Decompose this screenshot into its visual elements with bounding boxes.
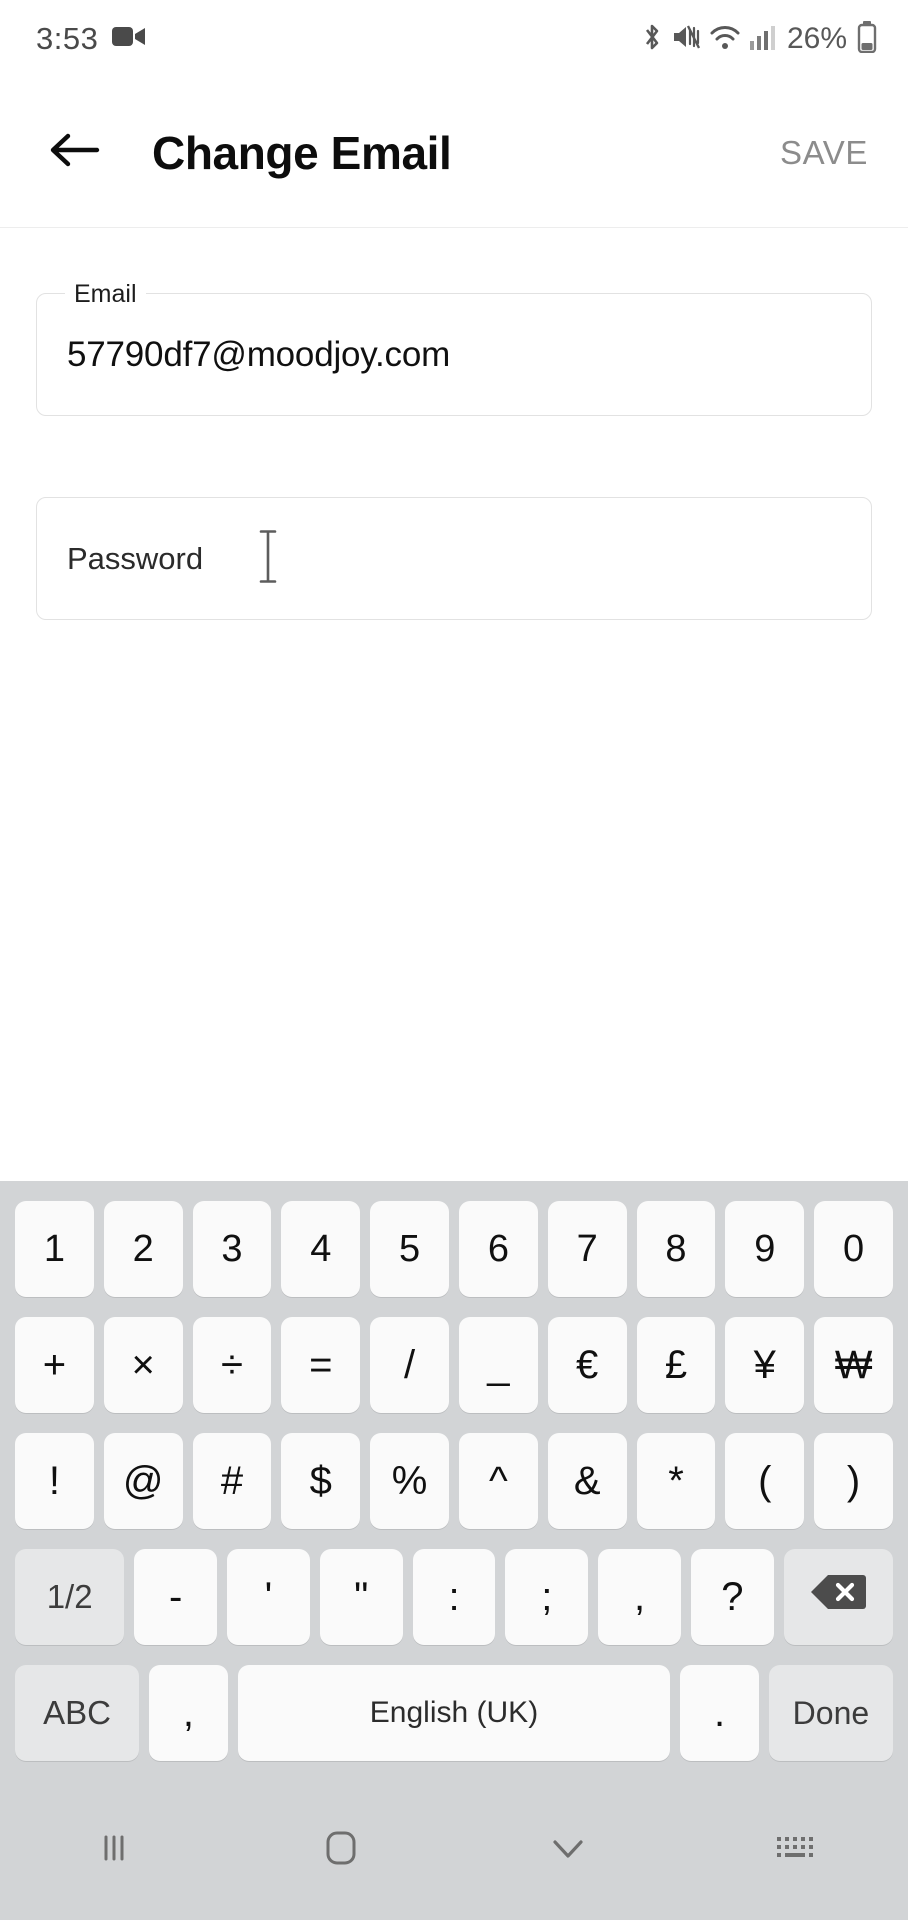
key-equals[interactable]: =	[281, 1317, 361, 1413]
key-semicolon[interactable]: ;	[505, 1549, 589, 1645]
keyboard-row-symbols: ! @ # $ % ^ & * ( )	[10, 1427, 898, 1535]
key-won[interactable]: ₩	[814, 1317, 893, 1413]
key-plus[interactable]: +	[15, 1317, 94, 1413]
status-time: 3:53	[36, 21, 99, 56]
key-9[interactable]: 9	[725, 1201, 805, 1297]
key-yen[interactable]: ¥	[725, 1317, 805, 1413]
key-space[interactable]: English (UK)	[237, 1665, 671, 1761]
status-bar-right: 26%	[641, 20, 878, 58]
chevron-down-icon	[546, 1831, 590, 1870]
wifi-icon	[709, 22, 741, 57]
key-hyphen[interactable]: -	[134, 1549, 218, 1645]
home-button[interactable]	[227, 1781, 454, 1920]
keyboard-row-bottom: ABC , English (UK) . Done	[10, 1659, 898, 1767]
system-navigation-bar	[0, 1781, 908, 1920]
key-asterisk[interactable]: *	[636, 1433, 716, 1529]
key-done[interactable]: Done	[768, 1665, 893, 1761]
key-ampersand[interactable]: &	[547, 1433, 627, 1529]
key-0[interactable]: 0	[814, 1201, 893, 1297]
key-6[interactable]: 6	[458, 1201, 538, 1297]
phone-screen: 3:53 26% Change Email SAVE Email 57790df…	[0, 0, 908, 1920]
keyboard-row-punctuation: 1/2 - ' " : ; , ?	[10, 1543, 898, 1651]
status-bar-left: 3:53	[36, 21, 146, 57]
key-5[interactable]: 5	[370, 1201, 449, 1297]
key-question[interactable]: ?	[690, 1549, 774, 1645]
key-apostrophe[interactable]: '	[227, 1549, 310, 1645]
key-2[interactable]: 2	[103, 1201, 183, 1297]
home-icon	[319, 1826, 363, 1875]
page-title: Change Email	[152, 126, 452, 179]
key-divide[interactable]: ÷	[192, 1317, 272, 1413]
on-screen-keyboard: 1 2 3 4 5 6 7 8 9 0 + × ÷ = / _ € £ ¥ ₩ …	[0, 1181, 908, 1781]
email-field-label: Email	[65, 280, 146, 308]
key-euro[interactable]: €	[547, 1317, 627, 1413]
key-paren-close[interactable]: )	[814, 1433, 893, 1529]
mute-icon	[672, 22, 701, 57]
bluetooth-icon	[641, 22, 663, 57]
keyboard-icon	[774, 1832, 816, 1869]
keyboard-row-math: + × ÷ = / _ € £ ¥ ₩	[10, 1311, 898, 1419]
password-field[interactable]: Password	[36, 497, 872, 620]
battery-percent-label: 26%	[786, 22, 847, 55]
key-at[interactable]: @	[103, 1433, 183, 1529]
save-button[interactable]: SAVE	[776, 124, 872, 182]
password-field-placeholder: Password	[67, 540, 204, 576]
key-slash[interactable]: /	[370, 1317, 449, 1413]
key-abc-layout[interactable]: ABC	[15, 1665, 140, 1761]
key-4[interactable]: 4	[281, 1201, 361, 1297]
key-dollar[interactable]: $	[281, 1433, 361, 1529]
dismiss-keyboard-button[interactable]	[454, 1781, 681, 1920]
arrow-left-icon	[49, 130, 101, 175]
key-paren-open[interactable]: (	[725, 1433, 805, 1529]
app-bar: Change Email SAVE	[0, 78, 908, 228]
keyboard-switch-button[interactable]	[681, 1781, 908, 1920]
back-button[interactable]	[40, 118, 110, 188]
status-bar: 3:53 26%	[0, 0, 908, 78]
key-3[interactable]: 3	[192, 1201, 272, 1297]
cellular-signal-icon	[749, 23, 776, 56]
battery-icon	[856, 20, 878, 58]
form-area: Email 57790df7@moodjoy.com Password	[0, 229, 908, 1181]
key-symbol-page-toggle[interactable]: 1/2	[15, 1549, 125, 1645]
keyboard-row-numbers: 1 2 3 4 5 6 7 8 9 0	[10, 1195, 898, 1303]
key-underscore[interactable]: _	[458, 1317, 538, 1413]
key-1[interactable]: 1	[15, 1201, 94, 1297]
key-hash[interactable]: #	[192, 1433, 272, 1529]
key-caret[interactable]: ^	[458, 1433, 538, 1529]
key-quote[interactable]: "	[319, 1549, 403, 1645]
backspace-icon	[810, 1572, 867, 1622]
key-8[interactable]: 8	[636, 1201, 716, 1297]
key-period[interactable]: .	[680, 1665, 759, 1761]
video-camera-icon	[112, 24, 146, 55]
key-backspace[interactable]	[783, 1549, 893, 1645]
email-field-value: 57790df7@moodjoy.com	[67, 334, 451, 374]
recents-icon	[94, 1828, 134, 1873]
text-cursor-icon	[255, 528, 281, 589]
key-exclamation[interactable]: !	[15, 1433, 94, 1529]
key-multiply[interactable]: ×	[103, 1317, 183, 1413]
recents-button[interactable]	[0, 1781, 227, 1920]
key-7[interactable]: 7	[547, 1201, 627, 1297]
key-comma[interactable]: ,	[598, 1549, 681, 1645]
key-comma-bottom[interactable]: ,	[149, 1665, 228, 1761]
email-field[interactable]: Email 57790df7@moodjoy.com	[36, 280, 872, 416]
key-pound[interactable]: £	[636, 1317, 716, 1413]
key-colon[interactable]: :	[412, 1549, 496, 1645]
key-percent[interactable]: %	[370, 1433, 449, 1529]
